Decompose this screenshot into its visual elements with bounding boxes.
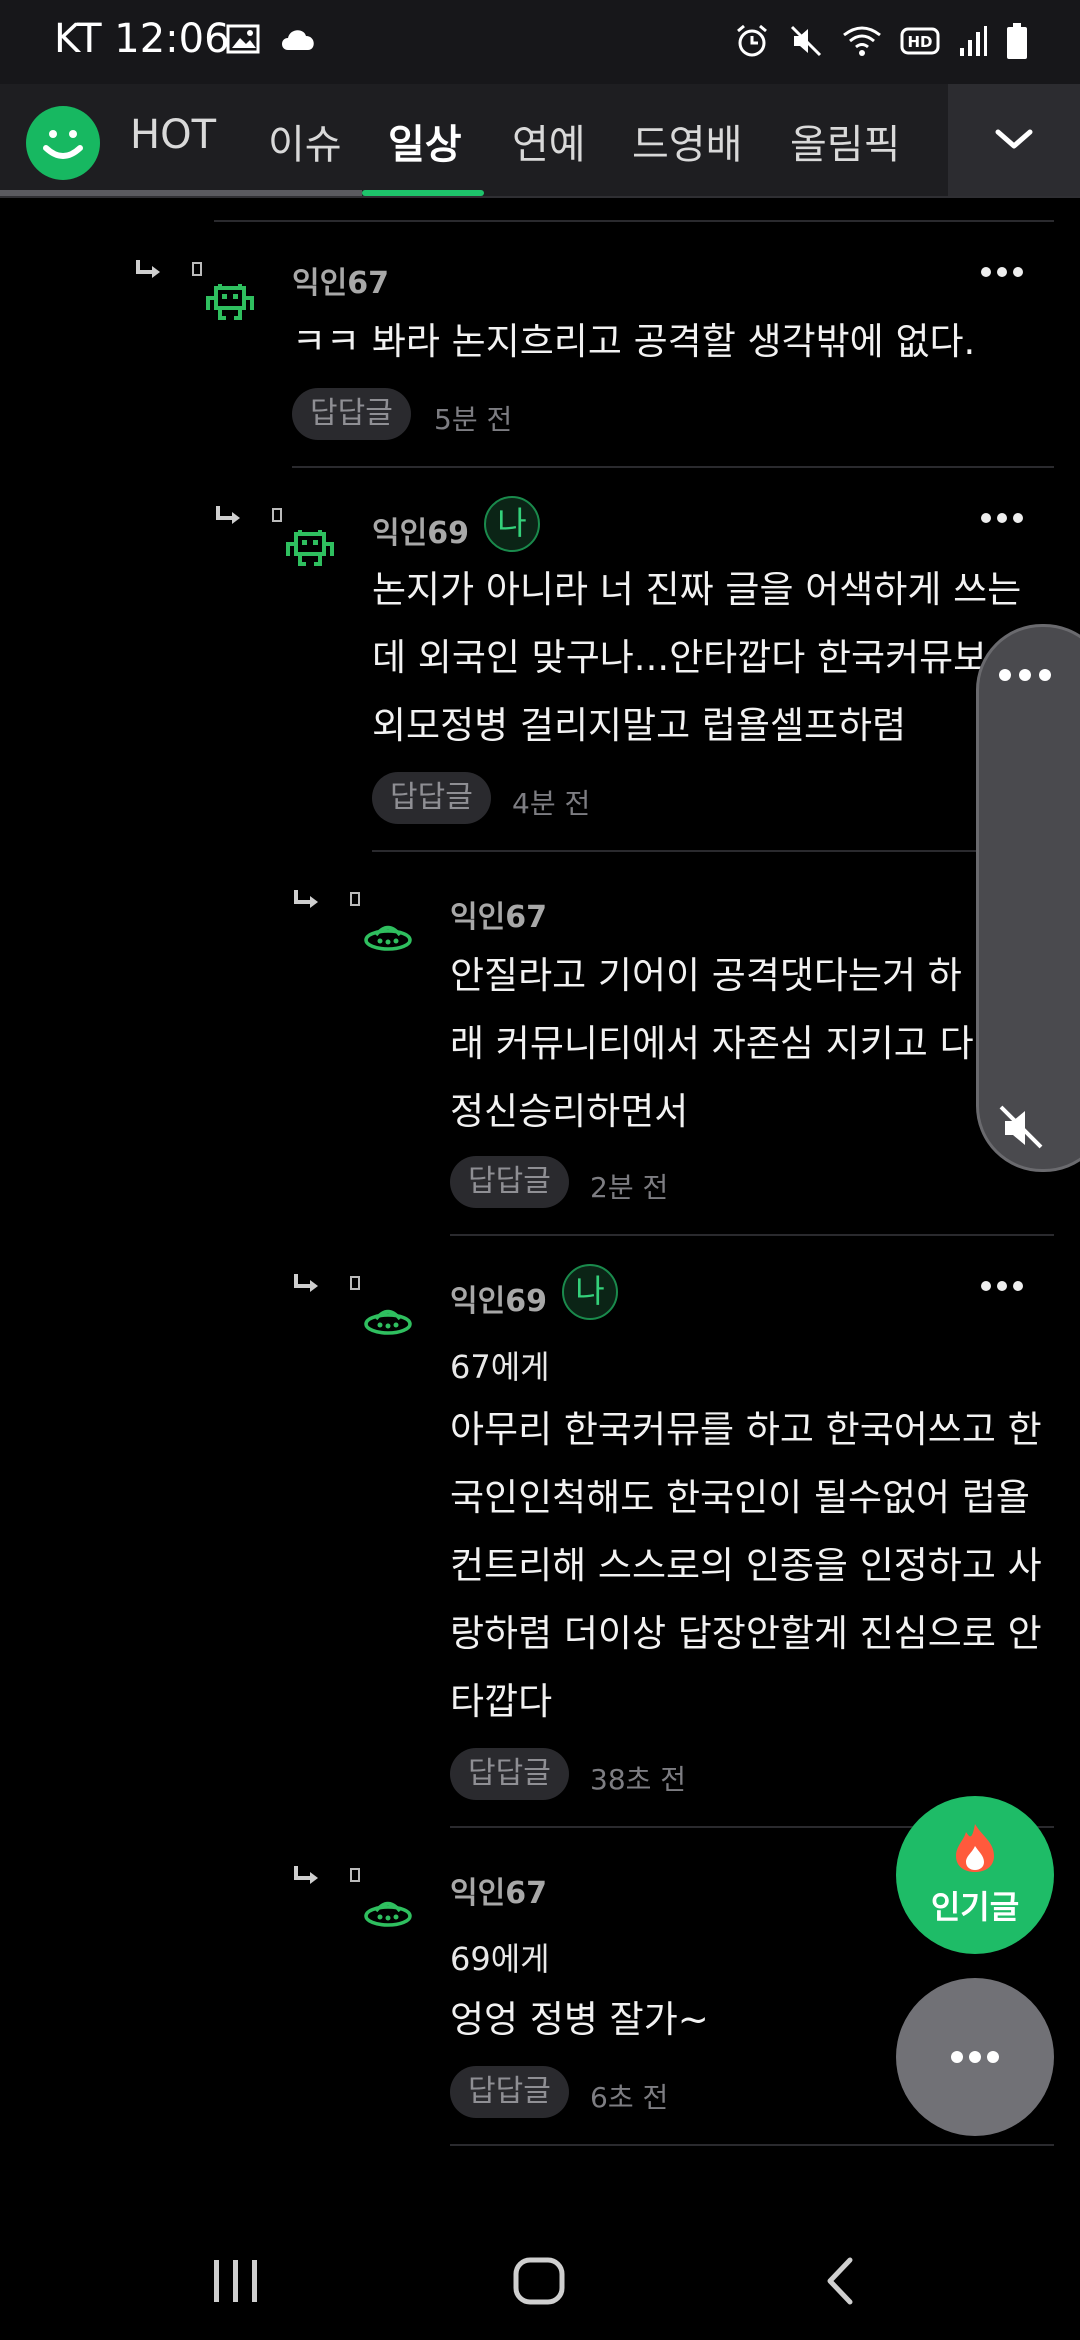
battery-icon — [1007, 23, 1027, 59]
comment-text-line: 데 외국인 맞구나...안타깝다 한국커뮤보 — [372, 636, 988, 679]
status-bar: KT 12:06 HD — [0, 0, 1080, 84]
ufo-icon — [364, 1309, 412, 1335]
alarm-icon — [737, 24, 767, 57]
checkbox-marker — [350, 1868, 360, 1882]
tab-daily[interactable]: 일상 — [388, 112, 462, 170]
tab-scroll-indicator — [0, 190, 362, 196]
floating-media-panel[interactable] — [976, 624, 1080, 1172]
ufo-icon — [364, 925, 412, 951]
checkbox-marker — [192, 262, 202, 276]
comment-text-line: ㅋㅋ 봐라 논지흐리고 공격할 생각밖에 없다. — [292, 320, 976, 363]
comment-text-line: 국인인척해도 한국인이 될수없어 럽욜 — [450, 1476, 1030, 1519]
reply-to-label: 67에게 — [450, 1348, 550, 1386]
reply-button[interactable]: 답답글 — [450, 2066, 569, 2118]
expand-tabs-button[interactable] — [948, 84, 1080, 196]
comment-text-line: 아무리 한국커뮤를 하고 한국어쓰고 한 — [450, 1408, 1042, 1451]
svg-text:HD: HD — [907, 33, 932, 51]
app-logo[interactable] — [26, 106, 100, 180]
checkbox-marker — [272, 508, 282, 522]
comment-text-line: 논지가 아니라 너 진짜 글을 어색하게 쓰는 — [372, 568, 1022, 611]
mute-icon — [790, 25, 822, 57]
comment-text-line: 안질라고 기어이 공격댓다는거 하 — [450, 954, 962, 997]
system-navigation-bar — [0, 2220, 1080, 2340]
more-options-icon[interactable] — [980, 1278, 1024, 1294]
hd-icon: HD — [900, 27, 940, 55]
comment-text-line: 엉엉 정병 잘가~ — [450, 1998, 709, 2041]
space-invader-icon — [286, 530, 334, 566]
reply-arrow-icon — [216, 506, 240, 524]
home-icon[interactable] — [512, 2256, 566, 2306]
more-menu-button[interactable] — [896, 1978, 1054, 2136]
comment-author[interactable]: 익인67 — [450, 892, 547, 936]
comment-time: 5분 전 — [434, 403, 513, 436]
more-options-icon[interactable] — [980, 510, 1024, 526]
space-invader-icon — [206, 284, 254, 320]
wifi-icon — [843, 26, 881, 56]
tab-drama-movie[interactable]: 드영배 — [632, 112, 742, 170]
comment-time: 6초 전 — [590, 2081, 669, 2114]
active-tab-underline — [362, 190, 484, 196]
ufo-icon — [364, 1901, 412, 1927]
smile-logo-icon — [43, 130, 83, 159]
comment-author[interactable]: 익인69 — [450, 1276, 547, 1320]
reply-arrow-icon — [136, 260, 160, 278]
comment-divider — [372, 850, 1054, 852]
fire-icon — [956, 1824, 994, 1872]
checkbox-marker — [350, 892, 360, 906]
comment-time: 4분 전 — [512, 787, 591, 820]
reply-button[interactable]: 답답글 — [450, 1748, 569, 1800]
tab-issue[interactable]: 이슈 — [268, 112, 342, 170]
popular-posts-button[interactable]: 인기글 — [896, 1796, 1054, 1954]
popular-posts-label: 인기글 — [930, 1888, 1020, 1926]
comment-text-line: 타깝다 — [450, 1680, 553, 1723]
comment-author[interactable]: 익인67 — [450, 1868, 547, 1912]
comment-text-line: 컨트리해 스스로의 인종을 인정하고 사 — [450, 1544, 1042, 1587]
comment-text-line: 정신승리하면서 — [450, 1090, 689, 1133]
back-icon[interactable] — [820, 2256, 860, 2306]
reply-arrow-icon — [294, 890, 318, 908]
tab-hot[interactable]: HOT — [130, 112, 216, 158]
me-badge: 나 — [562, 1264, 618, 1320]
more-options-icon[interactable] — [997, 665, 1053, 685]
carrier-time: KT 12:06 — [54, 16, 230, 62]
checkbox-marker — [350, 1276, 360, 1290]
me-badge: 나 — [484, 496, 540, 552]
comment-time: 2분 전 — [590, 1171, 669, 1204]
tab-entertainment[interactable]: 연예 — [512, 112, 586, 170]
reply-to-label: 69에게 — [450, 1940, 550, 1978]
reply-arrow-icon — [294, 1866, 318, 1884]
comment-text-line: 래 커뮤니티에서 자존심 지키고 다 — [450, 1022, 974, 1065]
comment-author[interactable]: 익인69 — [372, 508, 469, 552]
recent-apps-icon[interactable] — [210, 2256, 262, 2306]
comment-time: 38초 전 — [590, 1763, 687, 1796]
comment-divider — [450, 1234, 1054, 1236]
reply-button[interactable]: 답답글 — [450, 1156, 569, 1208]
comment-divider — [214, 220, 1054, 222]
comment-divider — [292, 466, 1054, 468]
mute-icon[interactable] — [997, 1103, 1047, 1153]
signal-icon — [960, 26, 987, 56]
more-options-icon — [951, 2051, 999, 2063]
image-icon — [226, 24, 260, 54]
comment-text-line: 외모정병 걸리지말고 럽욜셀프하렴 — [372, 704, 907, 747]
comment-divider — [450, 2144, 1054, 2146]
tab-olympics[interactable]: 올림픽 — [790, 112, 900, 170]
chevron-down-icon — [995, 129, 1033, 149]
reply-button[interactable]: 답답글 — [372, 772, 491, 824]
category-tab-bar: HOT 이슈 일상 연예 드영배 올림픽 — [0, 84, 1080, 198]
cloud-icon — [282, 30, 314, 50]
comment-author[interactable]: 익인67 — [292, 258, 389, 302]
comment-text-line: 랑하렴 더이상 답장안할게 진심으로 안 — [450, 1612, 1042, 1655]
reply-arrow-icon — [294, 1274, 318, 1292]
reply-button[interactable]: 답답글 — [292, 388, 411, 440]
more-options-icon[interactable] — [980, 264, 1024, 280]
